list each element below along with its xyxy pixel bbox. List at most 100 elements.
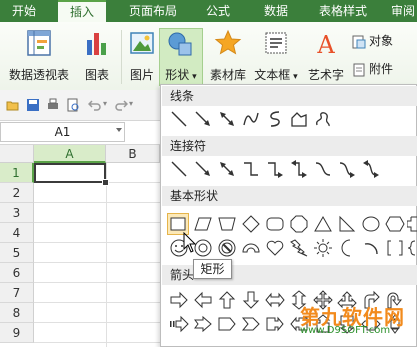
object-icon	[352, 35, 366, 48]
left-arrow-shape[interactable]	[193, 290, 213, 310]
chart-button[interactable]: 图表	[80, 28, 114, 86]
tab-formulas[interactable]: 公式	[198, 0, 238, 22]
row-header-8[interactable]: 8	[0, 303, 34, 323]
fill-handle[interactable]	[102, 179, 109, 186]
double-arrow-connector-shape[interactable]	[217, 159, 237, 179]
tab-review[interactable]: 审阅	[385, 0, 417, 22]
cross-shape[interactable]	[407, 214, 417, 234]
row-header-1[interactable]: 1	[0, 163, 34, 183]
column-header-b[interactable]: B	[106, 145, 160, 163]
bracket-pair-shape[interactable]	[385, 238, 405, 258]
double-arrow-line-shape[interactable]	[217, 109, 237, 129]
right-arrow-shape[interactable]	[169, 290, 189, 310]
elbow-double-arrow-connector-shape[interactable]	[289, 159, 309, 179]
heart-shape[interactable]	[265, 238, 285, 258]
print-preview-icon[interactable]	[66, 98, 80, 112]
up-arrow-shape[interactable]	[217, 290, 237, 310]
block-arc-shape[interactable]	[241, 238, 261, 258]
arc-shape[interactable]	[361, 238, 381, 258]
rounded-rectangle-shape[interactable]	[265, 214, 285, 234]
chevron-down-icon[interactable]: ▾	[103, 99, 107, 108]
straight-connector-shape[interactable]	[169, 159, 189, 179]
quick-access-toolbar: ▾ ▾	[0, 90, 160, 121]
right-triangle-shape[interactable]	[337, 214, 357, 234]
curved-arrow-connector-shape[interactable]	[337, 159, 357, 179]
textbox-button[interactable]: 文本框 ▾	[253, 28, 299, 86]
scribble-shape[interactable]	[313, 109, 333, 129]
chart-label: 图表	[84, 68, 109, 82]
name-box[interactable]: A1	[0, 122, 125, 142]
tooltip-rectangle: 矩形	[193, 259, 232, 279]
triangle-shape[interactable]	[313, 214, 333, 234]
arrow-line-shape[interactable]	[193, 109, 213, 129]
chevron-down-icon[interactable]: ▾	[129, 99, 133, 108]
shapes-button[interactable]: 形状 ▾	[159, 28, 203, 86]
freeform-shape[interactable]	[289, 109, 309, 129]
pentagon-arrow-shape[interactable]	[217, 314, 237, 334]
sun-shape[interactable]	[313, 238, 333, 258]
arrow-connector-shape[interactable]	[193, 159, 213, 179]
tab-data[interactable]: 数据	[256, 0, 296, 22]
notched-right-arrow-shape[interactable]	[193, 314, 213, 334]
print-icon[interactable]	[46, 98, 60, 112]
line-shape[interactable]	[169, 109, 189, 129]
shapes-label: 形状 ▾	[165, 68, 197, 82]
row-header-9[interactable]: 9	[0, 323, 34, 343]
chevron-down-icon[interactable]	[116, 128, 122, 132]
save-icon[interactable]	[26, 98, 40, 112]
row-header-7[interactable]: 7	[0, 283, 34, 303]
redo-icon[interactable]	[114, 98, 128, 112]
down-arrow-shape[interactable]	[241, 290, 261, 310]
object-button[interactable]: 对象	[352, 31, 393, 51]
select-all-corner[interactable]	[0, 145, 34, 163]
picture-icon	[130, 32, 154, 54]
column-header-a[interactable]: A	[34, 145, 106, 163]
oval-shape[interactable]	[361, 214, 381, 234]
wordart-button[interactable]: A 艺术字	[305, 28, 347, 86]
elbow-connector-shape[interactable]	[241, 159, 261, 179]
hexagon-shape[interactable]	[385, 214, 405, 234]
curved-double-arrow-connector-shape[interactable]	[361, 159, 381, 179]
elbow-arrow-connector-shape[interactable]	[265, 159, 285, 179]
undo-icon[interactable]	[88, 98, 102, 112]
moon-shape[interactable]	[337, 238, 357, 258]
row-header-4[interactable]: 4	[0, 223, 34, 243]
left-right-arrow-shape[interactable]	[265, 290, 285, 310]
material-library-button[interactable]: 素材库	[206, 28, 250, 86]
name-box-value: A1	[54, 125, 71, 139]
attachment-button[interactable]: 附件	[352, 59, 393, 79]
curved-connector-shape[interactable]	[313, 159, 333, 179]
row-header-5[interactable]: 5	[0, 243, 34, 263]
gridline	[106, 163, 107, 347]
chevron-shape[interactable]	[241, 314, 261, 334]
striped-right-arrow-shape[interactable]	[169, 314, 189, 334]
tab-home[interactable]: 开始	[4, 0, 44, 22]
pivot-table-icon	[27, 30, 51, 56]
picture-button[interactable]: 图片	[127, 28, 157, 86]
row-header-6[interactable]: 6	[0, 263, 34, 283]
trapezoid-shape[interactable]	[217, 214, 237, 234]
parallelogram-shape[interactable]	[193, 214, 213, 234]
row-header-3[interactable]: 3	[0, 203, 34, 223]
right-arrow-callout-shape[interactable]	[265, 314, 285, 334]
pivot-table-button[interactable]: 数据透视表	[6, 28, 72, 86]
open-folder-icon[interactable]	[6, 98, 20, 112]
attachment-icon	[353, 63, 365, 76]
ribbon-tab-bar: 开始 插入 页面布局 公式 数据 表格样式 审阅	[0, 0, 417, 22]
active-cell-a1[interactable]	[34, 163, 106, 183]
octagon-shape[interactable]	[289, 214, 309, 234]
row-header-2[interactable]: 2	[0, 183, 34, 203]
lightning-bolt-shape[interactable]	[289, 238, 309, 258]
tab-insert[interactable]: 插入	[58, 0, 106, 22]
pivot-table-label: 数据透视表	[8, 68, 69, 82]
tab-table-style[interactable]: 表格样式	[310, 0, 376, 22]
no-symbol-shape[interactable]	[217, 238, 237, 258]
scribble-s-shape[interactable]	[265, 109, 285, 129]
gridline	[34, 242, 160, 243]
gridline	[34, 222, 160, 223]
tab-page-layout[interactable]: 页面布局	[118, 0, 188, 22]
curve-shape[interactable]	[241, 109, 261, 129]
textbox-icon	[265, 32, 287, 54]
brace-pair-shape[interactable]	[407, 238, 417, 258]
diamond-shape[interactable]	[241, 214, 261, 234]
